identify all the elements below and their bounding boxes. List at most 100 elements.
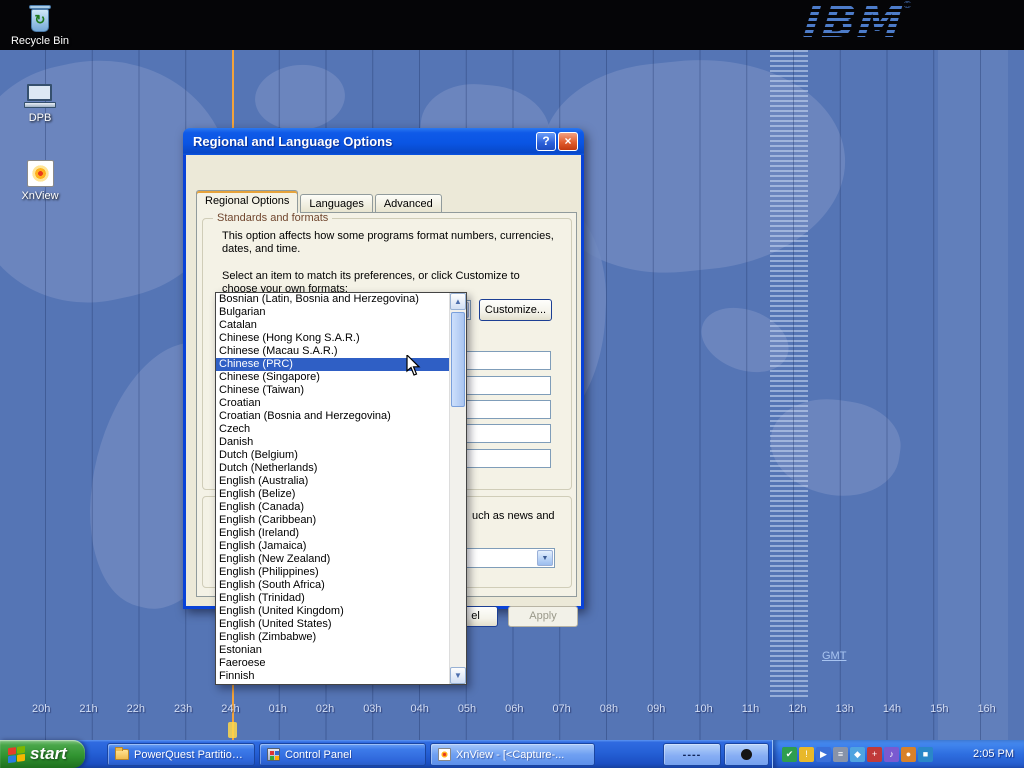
language-option[interactable]: Bosnian (Latin, Bosnia and Herzegovina) [216,293,449,306]
timezone-label: 09h [647,703,665,719]
timezone-label: 04h [411,703,429,719]
language-option[interactable]: English (South Africa) [216,579,449,592]
apply-button[interactable]: Apply [508,606,578,627]
timezone-label: 14h [883,703,901,719]
language-option[interactable]: Catalan [216,319,449,332]
language-option[interactable]: Chinese (Hong Kong S.A.R.) [216,332,449,345]
desktop-icon-xnview[interactable]: XnView [8,160,72,202]
tray-icon[interactable]: + [867,747,882,762]
language-option-label: Faeroese [219,657,265,669]
scroll-down-button[interactable]: ▼ [450,667,466,684]
timezone-label-row: 20h21h22h23h24h01h02h03h04h05h06h07h08h0… [0,703,1024,719]
language-option-label: Chinese (Taiwan) [219,384,304,396]
language-list[interactable]: Bosnian (Latin, Bosnia and Herzegovina)B… [215,292,467,685]
task-control-panel[interactable]: Control Panel [259,743,426,766]
icon-label: XnView [21,190,58,202]
tray-icon[interactable]: ▶ [816,747,831,762]
scrollbar-thumb[interactable] [451,312,465,407]
tray-icon[interactable]: ■ [918,747,933,762]
timezone-label: 10h [694,703,712,719]
desktop-icon-dpb[interactable]: DPB [8,84,72,124]
language-option[interactable]: English (United Kingdom) [216,605,449,618]
ibm-logo-stripes [804,0,934,48]
timezone-label: 16h [977,703,995,719]
icon-label: Recycle Bin [11,35,69,47]
language-option[interactable]: English (United States) [216,618,449,631]
timezone-label: 05h [458,703,476,719]
language-option[interactable]: Croatian (Bosnia and Herzegovina) [216,410,449,423]
customize-button[interactable]: Customize... [479,299,552,321]
task-powerquest[interactable]: PowerQuest Partition... [107,743,255,766]
recycle-bin-icon: ↻ [28,5,52,32]
taskbar-mini-button[interactable]: ---- [663,743,721,766]
language-option-label: Chinese (Singapore) [219,371,320,383]
language-option-label: Bulgarian [219,306,265,318]
tray-icon[interactable]: ● [901,747,916,762]
timezone-label: 20h [32,703,50,719]
language-option[interactable]: English (Ireland) [216,527,449,540]
language-option[interactable]: Estonian [216,644,449,657]
language-option[interactable]: Chinese (Taiwan) [216,384,449,397]
tab-languages[interactable]: Languages [300,194,372,213]
timezone-label: 02h [316,703,334,719]
windows-logo-icon [8,745,25,762]
language-option[interactable]: Bulgarian [216,306,449,319]
language-option[interactable]: English (Trinidad) [216,592,449,605]
timezone-label: 01h [269,703,287,719]
location-text-fragment: uch as news and [472,510,567,523]
tray-icon[interactable]: ✔ [782,747,797,762]
mouse-cursor [405,355,425,377]
language-option[interactable]: Dutch (Netherlands) [216,462,449,475]
app-icon [741,749,752,760]
language-option[interactable]: English (Caribbean) [216,514,449,527]
language-option[interactable]: English (Belize) [216,488,449,501]
language-option-label: English (United Kingdom) [219,605,344,617]
language-option[interactable]: English (New Zealand) [216,553,449,566]
close-button[interactable]: × [558,132,578,151]
language-option[interactable]: English (Jamaica) [216,540,449,553]
language-option[interactable]: Croatian [216,397,449,410]
tab-strip: Regional Options Languages Advanced [196,190,444,213]
language-option[interactable]: English (Zimbabwe) [216,631,449,644]
task-xnview[interactable]: XnView - [<Capture-... [430,743,595,766]
language-option[interactable]: Finnish [216,670,449,683]
taskbar: start PowerQuest Partition... Control Pa… [0,740,1024,768]
tray-icon[interactable]: ♪ [884,747,899,762]
language-option[interactable]: English (Canada) [216,501,449,514]
language-option[interactable]: Dutch (Belgium) [216,449,449,462]
language-option-label: Catalan [219,319,257,331]
scroll-up-button[interactable]: ▲ [450,293,466,310]
desktop-icon-recycle-bin[interactable]: ↻ Recycle Bin [8,5,72,47]
language-option-label: Croatian (Bosnia and Herzegovina) [219,410,391,422]
combobox-dropdown-arrow[interactable]: ▼ [537,550,553,566]
timezone-label: 06h [505,703,523,719]
language-option-label: Chinese (Hong Kong S.A.R.) [219,332,360,344]
control-panel-icon [267,748,280,761]
language-option[interactable]: English (Philippines) [216,566,449,579]
dialog-titlebar[interactable]: Regional and Language Options ? × [183,128,584,155]
mini-button-label: ---- [683,749,702,761]
language-option-label: English (Belize) [219,488,295,500]
language-option[interactable]: Czech [216,423,449,436]
ibm-logo: IBM® [804,0,934,48]
group-caption: Standards and formats [213,212,332,224]
tray-icon[interactable]: ≡ [833,747,848,762]
standards-description: This option affects how some programs fo… [222,230,557,256]
tray-icon[interactable]: ◆ [850,747,865,762]
language-option-label: English (Australia) [219,475,308,487]
current-time-marker [228,722,237,738]
tab-regional-options[interactable]: Regional Options [196,190,298,213]
timezone-label: 22h [127,703,145,719]
taskbar-app-button[interactable] [724,743,769,766]
language-option[interactable]: English (Australia) [216,475,449,488]
language-option[interactable]: Faeroese [216,657,449,670]
gmt-label: GMT [822,650,846,662]
start-button[interactable]: start [0,740,85,768]
tray-icons: ✔!▶≡◆+♪●■ [782,747,933,762]
tray-icon[interactable]: ! [799,747,814,762]
help-button[interactable]: ? [536,132,556,151]
language-option[interactable]: Danish [216,436,449,449]
timezone-label: 11h [742,703,760,719]
language-list-scrollbar[interactable]: ▲ ▼ [449,293,466,684]
tab-advanced[interactable]: Advanced [375,194,442,213]
